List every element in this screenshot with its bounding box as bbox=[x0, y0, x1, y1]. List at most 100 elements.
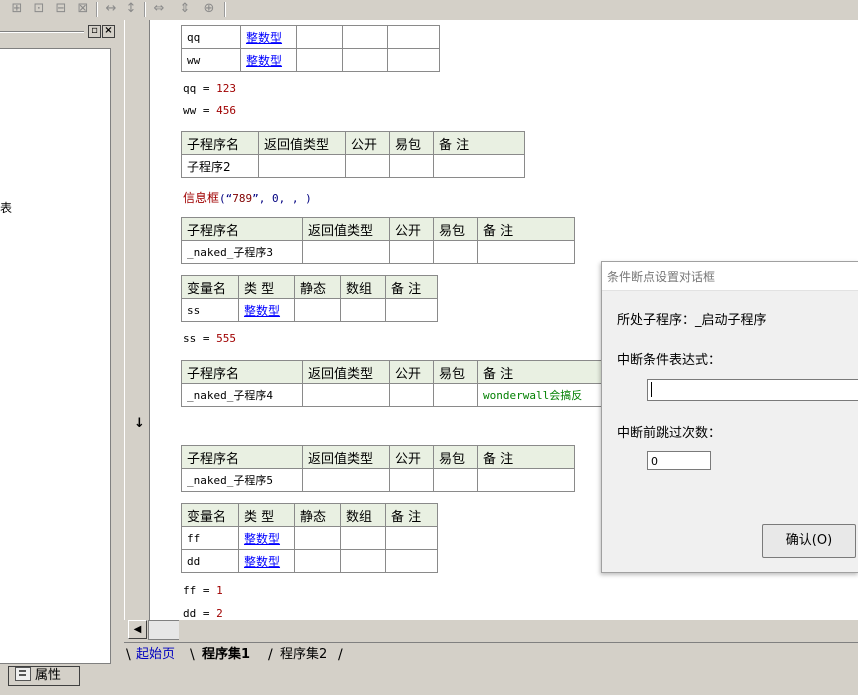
note-cell[interactable] bbox=[477, 240, 575, 264]
note-cell[interactable]: wonderwall会搞反 bbox=[477, 383, 609, 407]
epkg-cell[interactable] bbox=[389, 154, 434, 178]
code-line[interactable]: ww = 456 bbox=[183, 104, 236, 117]
code-line[interactable]: ff = 1 bbox=[183, 584, 223, 597]
column-header: 备 注 bbox=[477, 445, 575, 469]
static-cell[interactable] bbox=[294, 298, 341, 322]
fit-all-icon[interactable]: ⊕ bbox=[200, 1, 218, 17]
variable-table: qq 整数型 ww 整数型 bbox=[181, 25, 440, 72]
public-cell[interactable] bbox=[345, 154, 390, 178]
type-link[interactable]: 整数型 bbox=[244, 555, 280, 569]
public-cell[interactable] bbox=[389, 240, 434, 264]
properties-tab[interactable]: 属性 bbox=[8, 666, 80, 686]
code-op: = bbox=[202, 332, 210, 345]
sub-name-cell[interactable]: _naked_子程序4 bbox=[181, 383, 303, 407]
table-row: _naked_子程序3 bbox=[181, 240, 575, 264]
table-icon[interactable]: ⊡ bbox=[30, 1, 48, 17]
table-alt-icon[interactable]: ⊟ bbox=[52, 1, 70, 17]
subroutine-table: 子程序名 返回值类型 公开 易包 备 注 _naked_子程序5 bbox=[181, 445, 575, 492]
epkg-cell[interactable] bbox=[433, 468, 478, 492]
code-punct: ” bbox=[252, 192, 259, 205]
array-cell[interactable] bbox=[340, 526, 386, 550]
note-cell[interactable] bbox=[433, 154, 525, 178]
note-cell[interactable] bbox=[477, 468, 575, 492]
static-cell[interactable] bbox=[296, 48, 343, 72]
static-cell[interactable] bbox=[294, 549, 341, 573]
grid-icon[interactable]: ⊞ bbox=[8, 1, 26, 17]
var-name-cell[interactable]: dd bbox=[181, 549, 239, 573]
return-type-cell[interactable] bbox=[302, 468, 390, 492]
conditional-breakpoint-dialog: 条件断点设置对话框 所处子程序：_启动子程序 中断条件表达式： 中断前跳过次数：… bbox=[601, 261, 858, 573]
confirm-button[interactable]: 确认(O) bbox=[762, 524, 856, 558]
public-cell[interactable] bbox=[389, 468, 434, 492]
fit-height-icon[interactable]: ⇕ bbox=[176, 1, 194, 17]
skip-count-input[interactable]: 0 bbox=[647, 451, 711, 470]
column-header: 变量名 bbox=[181, 275, 239, 299]
note-cell[interactable] bbox=[385, 549, 438, 573]
note-cell[interactable] bbox=[387, 25, 440, 49]
var-name-cell[interactable]: ff bbox=[181, 526, 239, 550]
code-line[interactable]: qq = 123 bbox=[183, 82, 236, 95]
note-cell[interactable] bbox=[385, 298, 438, 322]
tab-start-page[interactable]: 起始页 bbox=[136, 644, 175, 666]
condition-expression-input[interactable] bbox=[647, 379, 858, 401]
var-name-cell[interactable]: qq bbox=[181, 25, 241, 49]
note-cell[interactable] bbox=[385, 526, 438, 550]
return-type-cell[interactable] bbox=[258, 154, 346, 178]
var-type-cell[interactable]: 整数型 bbox=[238, 549, 295, 573]
note-cell[interactable] bbox=[387, 48, 440, 72]
tab-program-set-2[interactable]: 程序集2 bbox=[280, 644, 327, 666]
var-type-cell[interactable]: 整数型 bbox=[240, 25, 297, 49]
var-type-cell[interactable]: 整数型 bbox=[240, 48, 297, 72]
col-width-icon[interactable]: ↔ bbox=[102, 1, 120, 17]
return-type-cell[interactable] bbox=[302, 383, 390, 407]
column-header: 返回值类型 bbox=[258, 131, 346, 155]
sub-name-cell[interactable]: 子程序2 bbox=[181, 154, 259, 178]
epkg-cell[interactable] bbox=[433, 240, 478, 264]
current-line-arrow-icon: ↓ bbox=[134, 416, 145, 431]
column-header: 静态 bbox=[294, 503, 341, 527]
type-link[interactable]: 整数型 bbox=[246, 54, 282, 68]
table-split-icon[interactable]: ⊠ bbox=[74, 1, 92, 17]
epkg-cell[interactable] bbox=[433, 383, 478, 407]
subroutine-table: 子程序名 返回值类型 公开 易包 备 注 子程序2 bbox=[181, 131, 525, 178]
code-var: ff bbox=[183, 584, 197, 597]
array-cell[interactable] bbox=[340, 549, 386, 573]
dialog-titlebar[interactable]: 条件断点设置对话框 bbox=[602, 262, 858, 291]
table-header: 子程序名 返回值类型 公开 易包 备 注 bbox=[181, 445, 575, 469]
type-link[interactable]: 整数型 bbox=[244, 532, 280, 546]
code-line[interactable]: 信息框(“789”, 0, , ) bbox=[183, 189, 312, 206]
scroll-left-arrow-icon[interactable]: ◀ bbox=[128, 620, 147, 639]
scroll-track[interactable] bbox=[148, 620, 179, 640]
var-type-cell[interactable]: 整数型 bbox=[238, 526, 295, 550]
column-header: 备 注 bbox=[477, 217, 575, 241]
fit-width-icon[interactable]: ⇔ bbox=[150, 1, 168, 17]
close-icon[interactable]: × bbox=[102, 25, 115, 38]
table-row: 子程序2 bbox=[181, 154, 525, 178]
code-line[interactable]: dd = 2 bbox=[183, 607, 223, 620]
restore-icon[interactable]: ▫ bbox=[88, 25, 101, 38]
column-header: 子程序名 bbox=[181, 445, 303, 469]
array-cell[interactable] bbox=[340, 298, 386, 322]
array-cell[interactable] bbox=[342, 25, 388, 49]
code-line[interactable]: ss = 555 bbox=[183, 332, 236, 345]
current-subroutine-label: 所处子程序：_启动子程序 bbox=[617, 313, 767, 328]
static-cell[interactable] bbox=[294, 526, 341, 550]
sub-name-cell[interactable]: _naked_子程序3 bbox=[181, 240, 303, 264]
array-cell[interactable] bbox=[342, 48, 388, 72]
public-cell[interactable] bbox=[389, 383, 434, 407]
sub-name-cell[interactable]: _naked_子程序5 bbox=[181, 468, 303, 492]
tab-program-set-1[interactable]: 程序集1 bbox=[202, 644, 250, 666]
var-name-cell[interactable]: ww bbox=[181, 48, 241, 72]
horizontal-scrollbar[interactable]: ◀ bbox=[124, 620, 858, 642]
column-header: 返回值类型 bbox=[302, 217, 390, 241]
var-name-cell[interactable]: ss bbox=[181, 298, 239, 322]
row-height-icon[interactable]: ↕ bbox=[122, 1, 140, 17]
static-cell[interactable] bbox=[296, 25, 343, 49]
return-type-cell[interactable] bbox=[302, 240, 390, 264]
type-link[interactable]: 整数型 bbox=[246, 31, 282, 45]
var-type-cell[interactable]: 整数型 bbox=[238, 298, 295, 322]
table-header: 子程序名 返回值类型 公开 易包 备 注 bbox=[181, 360, 609, 384]
code-var: dd bbox=[183, 607, 197, 620]
code-op: = bbox=[202, 82, 210, 95]
type-link[interactable]: 整数型 bbox=[244, 304, 280, 318]
